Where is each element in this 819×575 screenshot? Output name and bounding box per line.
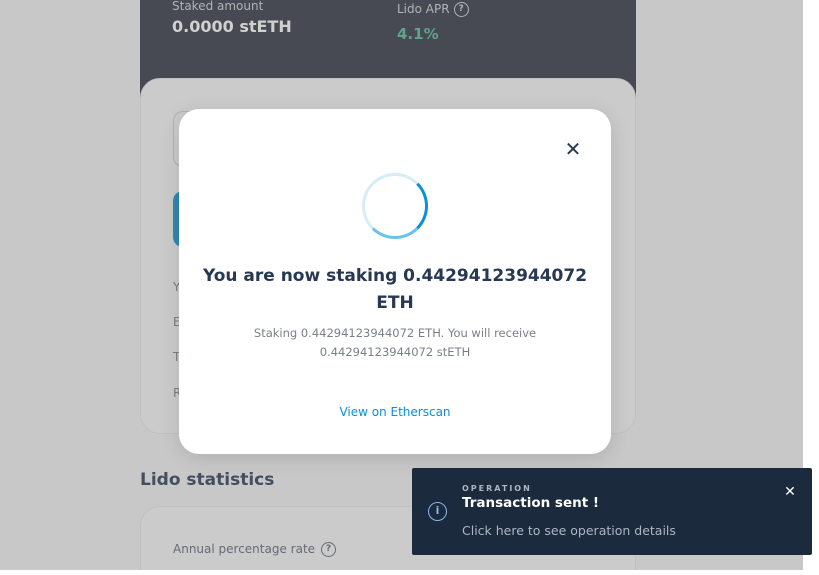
toast-kicker: OPERATION xyxy=(462,484,532,493)
view-on-etherscan-link[interactable]: View on Etherscan xyxy=(179,405,611,419)
staking-modal: ✕ You are now staking 0.44294123944072 E… xyxy=(179,109,611,454)
toast-description-link[interactable]: Click here to see operation details xyxy=(462,523,676,538)
modal-description: Staking 0.44294123944072 ETH. You will r… xyxy=(253,326,537,359)
info-icon: i xyxy=(428,502,447,521)
toast-title: Transaction sent ! xyxy=(462,495,600,511)
close-icon[interactable]: ✕ xyxy=(780,482,800,502)
loading-spinner-icon xyxy=(362,173,428,239)
operation-toast[interactable]: i OPERATION Transaction sent ! Click her… xyxy=(412,468,812,555)
modal-title: You are now staking 0.44294123944072 ETH xyxy=(202,266,588,313)
close-icon[interactable]: ✕ xyxy=(561,137,585,161)
